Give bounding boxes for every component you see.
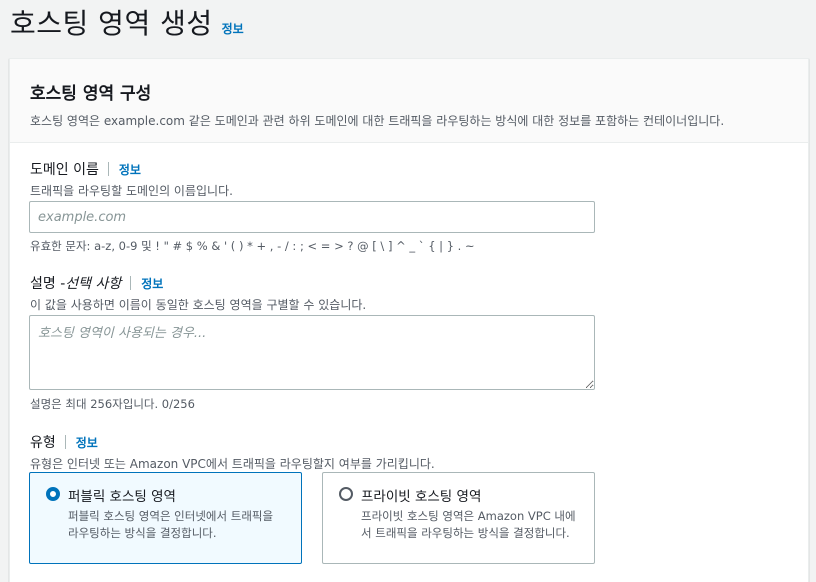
hosted-zone-config-panel: 호스팅 영역 구성 호스팅 영역은 example.com 같은 도메인과 관련… — [9, 58, 809, 582]
divider — [64, 435, 66, 449]
panel-description: 호스팅 영역은 example.com 같은 도메인과 관련 하위 도메인에 대… — [30, 114, 725, 128]
domain-name-description: 트래픽을 라우팅할 도메인의 이름입니다. — [30, 184, 233, 198]
domain-name-label: 도메인 이름 — [30, 162, 99, 178]
radio-selected-icon[interactable] — [46, 487, 60, 501]
description-field: 설명 - 선택 사항 정보 이 값을 사용하면 이름이 동일한 호스팅 영역을 … — [30, 273, 366, 313]
description-info-link[interactable]: 정보 — [141, 275, 163, 292]
type-field: 유형 정보 유형은 인터넷 또는 Amazon VPC에서 트래픽을 라우팅할지… — [30, 432, 435, 472]
public-hosted-zone-description: 퍼블릭 호스팅 영역은 인터넷에서 트래픽을 라우팅하는 방식을 결정합니다. — [68, 509, 274, 540]
radio-unselected-icon[interactable] — [339, 487, 353, 501]
domain-name-info-link[interactable]: 정보 — [119, 161, 141, 178]
description-textarea[interactable] — [29, 315, 595, 390]
panel-header: 호스팅 영역 구성 호스팅 영역은 example.com 같은 도메인과 관련… — [10, 59, 808, 143]
private-hosted-zone-description: 프라이빗 호스팅 영역은 Amazon VPC 내에서 트래픽을 라우팅하는 방… — [361, 509, 576, 540]
domain-name-constraint: 유효한 문자: a-z, 0-9 및 ! " # $ % & ' ( ) * +… — [30, 239, 475, 253]
public-hosted-zone-title: 퍼블릭 호스팅 영역 — [68, 489, 176, 505]
divider — [107, 162, 109, 176]
public-hosted-zone-tile[interactable]: 퍼블릭 호스팅 영역 퍼블릭 호스팅 영역은 인터넷에서 트래픽을 라우팅하는 … — [29, 472, 302, 564]
divider — [130, 276, 132, 290]
description-constraint: 설명은 최대 256자입니다. 0/256 — [30, 397, 195, 411]
description-optional-label: 선택 사항 — [65, 276, 122, 292]
private-hosted-zone-title: 프라이빗 호스팅 영역 — [361, 489, 482, 505]
page-info-link[interactable]: 정보 — [222, 20, 244, 37]
page-title: 호스팅 영역 생성 — [10, 7, 213, 40]
panel-title: 호스팅 영역 구성 — [30, 84, 152, 104]
page-header: 호스팅 영역 생성 정보 — [10, 2, 244, 42]
private-hosted-zone-tile[interactable]: 프라이빗 호스팅 영역 프라이빗 호스팅 영역은 Amazon VPC 내에서 … — [322, 472, 595, 564]
description-help: 이 값을 사용하면 이름이 동일한 호스팅 영역을 구별할 수 있습니다. — [30, 298, 367, 312]
type-description: 유형은 인터넷 또는 Amazon VPC에서 트래픽을 라우팅할지 여부를 가… — [30, 457, 435, 471]
description-label: 설명 - — [30, 276, 66, 292]
type-info-link[interactable]: 정보 — [76, 434, 98, 451]
domain-name-field: 도메인 이름 정보 트래픽을 라우팅할 도메인의 이름입니다. — [30, 159, 233, 199]
type-label: 유형 — [30, 435, 56, 451]
domain-name-input[interactable] — [29, 201, 595, 233]
